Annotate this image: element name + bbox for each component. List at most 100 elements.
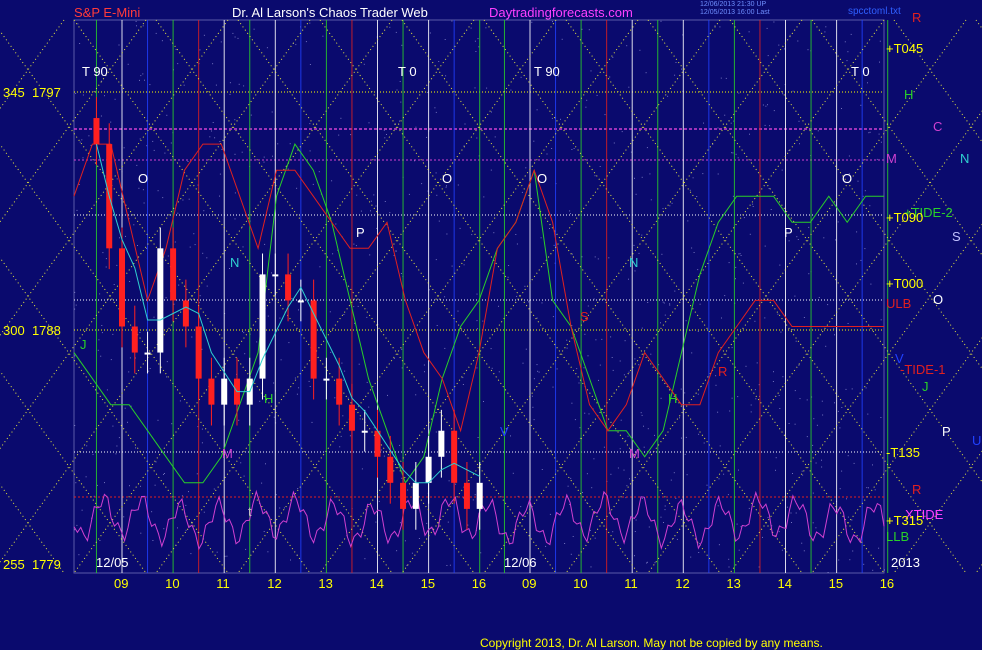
background-dot — [872, 569, 874, 571]
in-chart-label: V — [500, 424, 509, 439]
background-dot — [847, 51, 849, 53]
background-dot — [646, 147, 648, 149]
background-dot — [735, 266, 737, 268]
background-dot — [801, 470, 803, 472]
background-dot — [549, 513, 551, 515]
background-dot — [163, 528, 165, 530]
site-link[interactable]: Daytradingforecasts.com — [489, 6, 633, 20]
in-chart-label: J — [80, 337, 87, 352]
background-dot — [447, 521, 449, 523]
background-dot — [634, 177, 635, 179]
background-dot — [250, 114, 252, 116]
background-dot — [318, 171, 320, 173]
background-dot — [872, 464, 873, 466]
background-dot — [864, 248, 866, 250]
background-dot — [243, 475, 245, 477]
background-dot — [445, 186, 447, 188]
background-dot — [880, 417, 882, 418]
background-dot — [641, 234, 643, 236]
background-dot — [438, 220, 440, 222]
background-dot — [731, 397, 733, 399]
background-dot — [852, 550, 854, 552]
background-dot — [76, 524, 78, 526]
background-dot — [245, 548, 247, 550]
background-dot — [599, 166, 601, 167]
background-dot — [451, 20, 453, 22]
background-dot — [749, 133, 750, 135]
in-chart-label: M — [222, 446, 233, 461]
background-dot — [732, 152, 734, 154]
candle-body — [195, 326, 202, 379]
background-dot — [728, 558, 730, 560]
background-dot — [764, 124, 766, 126]
background-dot — [455, 483, 457, 485]
background-dot — [847, 455, 849, 457]
background-dot — [768, 188, 770, 189]
background-dot — [127, 63, 129, 65]
background-dot — [664, 509, 666, 511]
background-dot — [795, 340, 797, 342]
background-dot — [795, 512, 797, 514]
background-dot — [472, 499, 474, 501]
background-dot — [206, 285, 208, 287]
background-dot — [151, 511, 153, 513]
background-dot — [717, 411, 719, 413]
background-dot — [727, 494, 729, 496]
background-dot — [719, 445, 721, 447]
background-dot — [691, 352, 693, 354]
background-dot — [593, 298, 595, 300]
right-axis-label: R — [912, 482, 922, 497]
background-dot — [803, 550, 805, 552]
background-dot — [794, 423, 796, 425]
background-dot — [244, 353, 246, 355]
background-dot — [868, 487, 869, 489]
background-dot — [148, 370, 150, 372]
background-dot — [767, 55, 769, 57]
background-dot — [135, 447, 136, 449]
background-dot — [512, 472, 514, 474]
background-dot — [525, 167, 527, 169]
background-dot — [462, 377, 464, 379]
right-axis-label: ULB — [886, 296, 912, 311]
background-dot — [849, 559, 851, 561]
background-dot — [812, 444, 814, 446]
background-dot — [275, 494, 277, 496]
background-dot — [178, 284, 180, 286]
background-dot — [697, 269, 699, 271]
background-dot — [806, 399, 808, 401]
background-dot — [754, 320, 756, 322]
background-dot — [773, 371, 774, 373]
background-dot — [387, 394, 388, 396]
background-dot — [780, 331, 782, 333]
background-dot — [536, 317, 538, 319]
background-dot — [261, 482, 263, 484]
background-dot — [794, 295, 796, 297]
background-dot — [690, 556, 692, 558]
background-dot — [578, 382, 580, 384]
background-dot — [79, 43, 81, 44]
background-dot — [571, 149, 573, 150]
right-axis-label: J — [922, 379, 929, 394]
planet-line-down — [647, 19, 982, 483]
background-dot — [664, 505, 666, 507]
background-dot — [463, 264, 465, 266]
background-dot — [386, 134, 387, 135]
background-dot — [723, 473, 725, 475]
background-dot — [738, 549, 740, 551]
background-dot — [724, 295, 726, 297]
background-dot — [594, 256, 596, 258]
background-dot — [570, 553, 572, 555]
candle-body — [144, 352, 151, 355]
background-dot — [590, 566, 592, 568]
background-dot — [234, 119, 236, 121]
background-dot — [825, 345, 827, 347]
background-dot — [177, 212, 179, 214]
background-dot — [824, 31, 826, 33]
background-dot — [786, 506, 788, 508]
background-dot — [335, 223, 337, 225]
background-dot — [435, 172, 437, 174]
planet-line-up — [975, 563, 982, 574]
x-tick-label: 10 — [165, 576, 180, 591]
background-dot — [399, 120, 400, 122]
background-dot — [253, 28, 255, 30]
